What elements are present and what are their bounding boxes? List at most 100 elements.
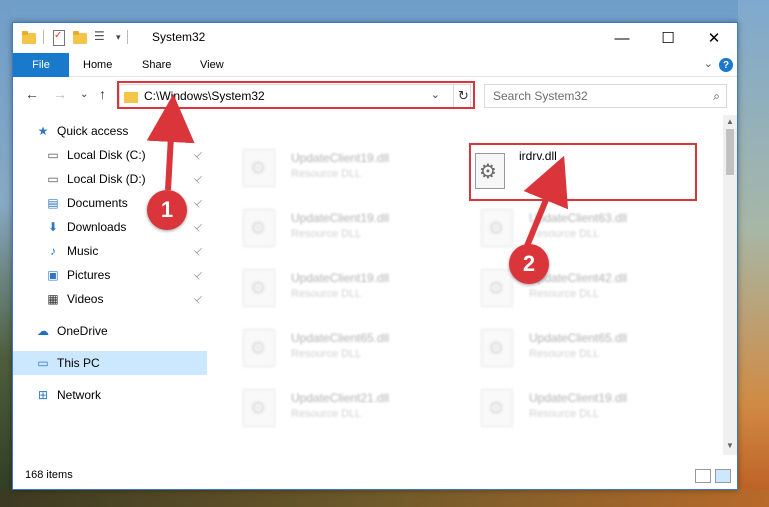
- file-name: UpdateClient19.dll: [291, 151, 390, 165]
- file-item[interactable]: UpdateClient65.dll Resource DLL: [457, 321, 677, 371]
- recent-locations-chevron-icon[interactable]: ⌄: [80, 89, 88, 100]
- sidebar-item-label: Local Disk (D:): [67, 172, 146, 186]
- dll-file-icon: [243, 149, 275, 187]
- pin-icon[interactable]: ⊥: [192, 196, 206, 210]
- search-icon[interactable]: ⌕: [713, 89, 720, 104]
- help-icon[interactable]: ?: [719, 58, 733, 72]
- tab-view[interactable]: View: [200, 53, 224, 77]
- sidebar-item-local-disk-d[interactable]: ▭ Local Disk (D:) ⊥: [13, 167, 207, 191]
- address-bar-highlight: [117, 81, 475, 109]
- properties-icon[interactable]: [50, 29, 66, 46]
- drive-icon: ▭: [47, 172, 59, 186]
- dll-file-icon: [481, 389, 513, 427]
- callout-badge-2: 2: [509, 244, 549, 284]
- pin-icon[interactable]: ⊥: [192, 268, 206, 282]
- navigation-pane: ★ Quick access ▭ Local Disk (C:) ⊥ ▭ Local Dis…: [13, 115, 207, 455]
- sidebar-item-network[interactable]: ⊞ Network: [13, 383, 207, 407]
- file-item[interactable]: UpdateClient19.dll Resource DLL: [219, 201, 439, 251]
- dll-file-icon: [243, 269, 275, 307]
- close-button[interactable]: ✕: [691, 23, 737, 53]
- window-title: System32: [152, 30, 206, 44]
- search-input[interactable]: [485, 85, 700, 107]
- pin-icon[interactable]: ⊥: [192, 244, 206, 258]
- file-type: Resource DLL: [529, 408, 600, 420]
- back-arrow-icon[interactable]: ←: [25, 86, 39, 102]
- documents-icon: ▤: [47, 196, 59, 210]
- music-icon: ♪: [50, 244, 56, 258]
- toolbar-separator: [43, 30, 44, 44]
- sidebar-item-label: Videos: [67, 292, 104, 306]
- file-item[interactable]: UpdateClient63.dll Resource DLL: [457, 201, 677, 251]
- file-name: UpdateClient19.dll: [291, 211, 390, 225]
- downloads-icon: ⬇: [47, 220, 59, 234]
- sidebar-item-label: Documents: [67, 196, 128, 210]
- sidebar-item-local-disk-c[interactable]: ▭ Local Disk (C:) ⊥: [13, 143, 207, 167]
- file-item[interactable]: UpdateClient65.dll Resource DLL: [219, 321, 439, 371]
- sidebar-item-this-pc[interactable]: ▭ This PC: [13, 351, 207, 375]
- large-icons-view-icon[interactable]: [715, 469, 731, 483]
- pin-icon[interactable]: ⊥: [192, 292, 206, 306]
- scroll-down-arrow-icon[interactable]: ▼: [726, 441, 734, 450]
- file-item[interactable]: UpdateClient21.dll Resource DLL: [219, 381, 439, 431]
- tab-home[interactable]: Home: [83, 53, 112, 77]
- pictures-icon: ▣: [47, 268, 59, 282]
- rename-icon[interactable]: ☰: [94, 29, 110, 45]
- sidebar-item-label: Local Disk (C:): [67, 148, 146, 162]
- file-item[interactable]: UpdateClient42.dllResource DLL: [457, 261, 677, 311]
- tab-share[interactable]: Share: [142, 53, 171, 77]
- scroll-up-arrow-icon[interactable]: ▲: [726, 117, 734, 126]
- file-explorer-window: ☰ ▾ System32 — ☐ ✕ File Home Share View …: [12, 22, 738, 490]
- search-box[interactable]: ⌕: [484, 84, 727, 108]
- file-type: Resource DLL: [291, 408, 362, 420]
- file-type: Resource DLL: [529, 348, 600, 360]
- sidebar-item-label: Pictures: [67, 268, 111, 282]
- file-name: irdrv.dll: [519, 149, 557, 163]
- file-item[interactable]: UpdateClient19.dll Resource DLL: [457, 381, 677, 431]
- folder-icon[interactable]: [21, 29, 37, 45]
- file-item[interactable]: UpdateClient19.dll Resource DLL: [219, 141, 439, 191]
- details-view-icon[interactable]: [695, 469, 711, 483]
- vertical-scrollbar[interactable]: ▲ ▼: [723, 115, 737, 455]
- callout-badge-1: 1: [147, 190, 187, 230]
- desktop-background-right: [738, 0, 769, 507]
- scrollbar-thumb[interactable]: [726, 129, 734, 175]
- drive-icon: ▭: [47, 148, 59, 162]
- file-type: Resource DLL: [529, 228, 600, 240]
- up-arrow-icon[interactable]: ↑: [99, 86, 106, 102]
- sidebar-item-music[interactable]: ♪ Music ⊥: [13, 239, 207, 263]
- file-type: Resource DLL: [529, 288, 600, 300]
- pin-icon[interactable]: ⊥: [192, 148, 206, 162]
- customize-toolbar-chevron-icon[interactable]: ▾: [116, 32, 121, 43]
- title-bar: ☰ ▾ System32 — ☐ ✕: [13, 23, 737, 53]
- new-folder-icon[interactable]: [72, 29, 88, 45]
- item-count: 168 items: [25, 469, 73, 481]
- pin-icon[interactable]: ⊥: [192, 220, 206, 234]
- navigation-bar: ← → ⌄ ↑ C:\Windows\System32 ⌄ ↻ ⌕: [13, 78, 737, 114]
- file-item-irdrv[interactable]: irdrv.dll: [467, 141, 695, 201]
- dll-file-icon: [243, 329, 275, 367]
- sidebar-item-label: Quick access: [57, 124, 129, 138]
- status-bar: 168 items: [13, 463, 737, 489]
- sidebar-item-label: Network: [57, 388, 102, 402]
- pin-icon[interactable]: ⊥: [192, 172, 206, 186]
- file-name: UpdateClient19.dll: [529, 391, 628, 405]
- star-icon: ★: [37, 124, 49, 138]
- ribbon: File Home Share View ⌄ ?: [13, 53, 737, 77]
- file-item[interactable]: UpdateClient19.dll Resource DLL: [219, 261, 439, 311]
- quick-access-toolbar: ☰ ▾: [21, 29, 128, 46]
- dll-file-icon: [243, 209, 275, 247]
- sidebar-item-pictures[interactable]: ▣ Pictures ⊥: [13, 263, 207, 287]
- sidebar-item-videos[interactable]: ▦ Videos ⊥: [13, 287, 207, 311]
- sidebar-item-label: Music: [67, 244, 99, 258]
- file-type: Resource DLL: [291, 288, 362, 300]
- maximize-button[interactable]: ☐: [645, 23, 691, 53]
- expand-ribbon-chevron-icon[interactable]: ⌄: [704, 57, 713, 70]
- dll-file-icon: [481, 269, 513, 307]
- forward-arrow-icon[interactable]: →: [53, 86, 67, 102]
- file-name: UpdateClient65.dll: [291, 331, 390, 345]
- tab-file[interactable]: File: [13, 53, 69, 77]
- dll-file-icon: [243, 389, 275, 427]
- sidebar-item-onedrive[interactable]: ☁ OneDrive: [13, 319, 207, 343]
- minimize-button[interactable]: —: [599, 23, 645, 53]
- sidebar-item-quick-access[interactable]: ★ Quick access: [13, 119, 207, 143]
